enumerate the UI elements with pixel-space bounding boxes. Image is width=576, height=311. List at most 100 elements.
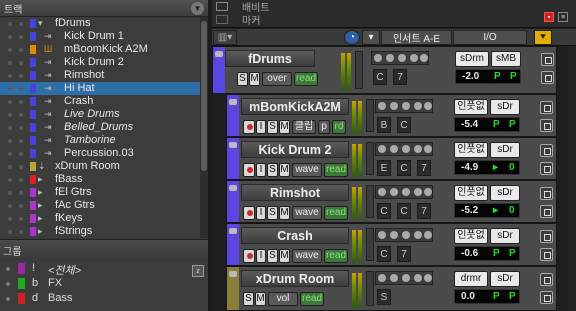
mute-button[interactable]: M [255, 292, 266, 306]
strip-view-icon[interactable]: ▥▾ [213, 30, 237, 45]
strip-options-icon[interactable] [540, 162, 553, 175]
track-item[interactable]: ⇥ Belled_Drums [0, 121, 200, 134]
record-arm-button[interactable] [243, 163, 255, 177]
insert-slot-dot[interactable] [424, 102, 432, 110]
solo-button[interactable]: S [267, 249, 278, 263]
insert-slot-dot[interactable] [402, 274, 410, 282]
send-indicator[interactable]: C [377, 203, 391, 219]
visibility-dot[interactable] [8, 139, 12, 143]
strip-name[interactable]: mBomKickA2M [241, 98, 349, 115]
insert-slot-dot[interactable] [378, 102, 386, 110]
io-header[interactable]: I/O [453, 30, 527, 45]
input-assign[interactable]: sDrm [455, 51, 489, 67]
record-arm-button[interactable] [243, 206, 255, 220]
track-item[interactable]: ⇥ Kick Drum 1 [0, 30, 200, 43]
track-item[interactable]: ⇥ Percussion.03 [0, 147, 200, 160]
insert-slot-dot[interactable] [402, 188, 410, 196]
lock-dot[interactable] [19, 74, 23, 78]
visibility-dot[interactable] [8, 100, 12, 104]
insert-slot-dot[interactable] [374, 54, 382, 62]
automation-mode-button[interactable]: read [324, 163, 348, 177]
group-item[interactable]: ! <전체> [0, 261, 208, 277]
lock-dot[interactable] [19, 126, 23, 130]
lock-dot[interactable] [19, 35, 23, 39]
insert-slot-dot[interactable] [424, 231, 432, 239]
insert-slot-dot[interactable] [390, 274, 398, 282]
track-item[interactable]: ▸ fBass [0, 173, 200, 186]
solo-button[interactable]: S [267, 120, 278, 134]
lock-dot[interactable] [19, 48, 23, 52]
automation-mode-button[interactable]: read [324, 249, 348, 263]
insert-slot-dot[interactable] [402, 145, 410, 153]
visibility-dot[interactable] [8, 113, 12, 117]
insert-slot-dot[interactable] [414, 188, 422, 196]
lock-dot[interactable] [19, 217, 23, 221]
group-item[interactable]: d Bass [0, 291, 208, 306]
lock-dot[interactable] [19, 178, 23, 182]
mute-button[interactable]: M [279, 163, 290, 177]
visibility-dot[interactable] [8, 126, 12, 130]
chevron-down-icon[interactable]: ▼ [191, 1, 204, 15]
strip-options-icon[interactable] [541, 71, 554, 84]
input-assign[interactable]: drmr [454, 271, 488, 287]
insert-slot-dot[interactable] [378, 274, 386, 282]
mute-button[interactable]: M [249, 72, 260, 86]
lock-dot[interactable] [19, 87, 23, 91]
visibility-dot[interactable] [8, 74, 12, 78]
strip-expand-icon[interactable] [229, 142, 237, 148]
scroll-pin-icon[interactable]: ⯆ [534, 30, 552, 45]
strip-window-icon[interactable] [540, 144, 553, 157]
track-item[interactable]: ▸ fAc Gtrs [0, 199, 200, 212]
strip-color-bar[interactable] [213, 47, 225, 93]
group-dot[interactable] [6, 282, 10, 286]
solo-button[interactable]: S [267, 206, 278, 220]
send-indicator[interactable]: C [397, 117, 411, 133]
strip-color-bar[interactable] [227, 224, 239, 265]
list-icon[interactable]: ≡ [558, 12, 568, 22]
visibility-dot[interactable] [8, 191, 12, 195]
insert-slot-dot[interactable] [424, 274, 432, 282]
track-item[interactable]: ▾ fDrums [0, 17, 200, 30]
lock-dot[interactable] [19, 204, 23, 208]
strip-window-icon[interactable] [540, 101, 553, 114]
strip-options-icon[interactable] [540, 291, 553, 304]
strip-expand-icon[interactable] [229, 99, 237, 105]
output-assign[interactable]: sDr [490, 99, 520, 115]
insert-row[interactable] [375, 271, 433, 285]
output-assign[interactable]: sDr [490, 228, 520, 244]
mute-button[interactable]: M [279, 206, 290, 220]
insert-menu-arrow[interactable]: ▾ [362, 30, 380, 45]
send-indicator[interactable]: E [377, 160, 391, 176]
group-dot[interactable] [6, 297, 10, 301]
track-item[interactable]: ШmBoomKick A2M [0, 43, 200, 56]
strip-color-bar[interactable] [227, 138, 239, 179]
fader-slot[interactable] [355, 51, 363, 89]
lock-dot[interactable] [19, 22, 23, 26]
insert-row[interactable] [371, 51, 429, 65]
strip-name[interactable]: Crash [241, 227, 349, 244]
insert-slot-dot[interactable] [414, 102, 422, 110]
track-item[interactable]: ⇥ Kick Drum 2 [0, 56, 200, 69]
strip-name[interactable]: Rimshot [241, 184, 349, 201]
lock-dot[interactable] [19, 61, 23, 65]
lock-dot[interactable] [19, 230, 23, 234]
lock-dot[interactable] [19, 165, 23, 169]
send-indicator[interactable]: C [377, 246, 391, 262]
playlist-button[interactable]: p [318, 120, 330, 134]
visibility-dot[interactable] [8, 152, 12, 156]
automation-mode-button[interactable]: rd [332, 120, 346, 134]
fader-slot[interactable] [366, 99, 374, 132]
strip-window-icon[interactable] [540, 273, 553, 286]
insert-header[interactable]: 인서트 A-E [381, 30, 452, 45]
visibility-dot[interactable] [8, 230, 12, 234]
insert-slot-dot[interactable] [398, 54, 406, 62]
fader-slot[interactable] [366, 271, 374, 306]
insert-row[interactable] [375, 142, 433, 156]
strip-color-bar[interactable] [227, 267, 239, 310]
visibility-dot[interactable] [8, 165, 12, 169]
send-indicator[interactable]: 7 [397, 246, 411, 262]
insert-slot-dot[interactable] [410, 54, 418, 62]
insert-slot-dot[interactable] [424, 145, 432, 153]
insert-slot-dot[interactable] [390, 145, 398, 153]
track-mode-button[interactable]: 클립 [292, 120, 316, 134]
